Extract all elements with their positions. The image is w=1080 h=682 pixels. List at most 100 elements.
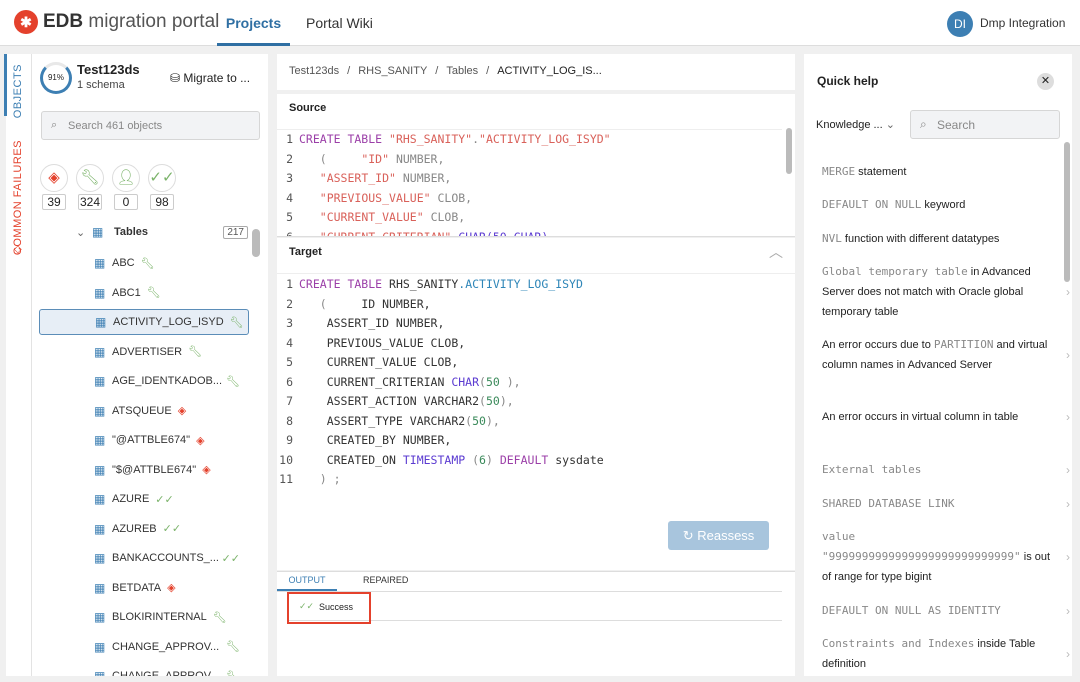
code-token: ),	[485, 413, 500, 428]
tab-objects[interactable]: OBJECTS	[12, 64, 24, 118]
user-name[interactable]: Dmp Integration	[980, 16, 1065, 30]
warning-icon: ◇	[14, 244, 22, 255]
user-icon: 👤︎	[112, 164, 140, 192]
code-token: ID NUMBER,	[361, 296, 431, 311]
object-list-item[interactable]: ▦ "$@ATTBLE674" ◈	[32, 457, 248, 483]
help-item[interactable]: External tables ›	[822, 460, 1070, 480]
schema-count: 1 schema	[77, 79, 125, 91]
code-token: CURRENT_VALUE CLOB,	[299, 355, 459, 369]
tab-projects[interactable]: Projects	[217, 0, 290, 46]
code-token: 6	[479, 452, 486, 467]
chevron-down-icon: ⌄	[885, 119, 895, 131]
avatar[interactable]: DI	[947, 11, 973, 37]
help-item[interactable]: Global temporary table in Advanced Serve…	[822, 262, 1070, 322]
code-token: DEFAULT	[499, 452, 549, 467]
breadcrumb-item[interactable]: Tables	[446, 65, 478, 77]
help-item[interactable]: NVL function with different datatypes›	[822, 229, 1070, 249]
help-scrollbar[interactable]	[1064, 142, 1070, 282]
code-token: "PREVIOUS_VALUE"	[319, 190, 431, 205]
object-list-item[interactable]: ▦ ACTIVITY_LOG_ISYD 🔧︎	[39, 309, 249, 335]
object-list-item[interactable]: ▦ AZUREB ✓✓	[32, 516, 248, 542]
code-token: sysdate	[548, 452, 604, 467]
help-text: An error occurs in virtual column in tab…	[822, 411, 1019, 423]
code-token: NUMBER,	[389, 151, 445, 166]
object-search-input[interactable]: ⌕ Search 461 objects	[41, 111, 260, 140]
help-item[interactable]: An error occurs in virtual column in tab…	[822, 407, 1070, 427]
success-badge[interactable]: ✓✓ 98	[147, 164, 177, 210]
error-badge[interactable]: ◈ 39	[39, 164, 69, 210]
progress-gauge: 91%	[40, 62, 72, 94]
code-line: 2 ( ID NUMBER,	[277, 295, 795, 315]
table-icon: ▦	[94, 462, 106, 477]
help-item[interactable]: DEFAULT ON NULL AS IDENTITY ›	[822, 601, 1070, 621]
help-item[interactable]: SHARED DATABASE LINK ›	[822, 494, 1070, 514]
object-list-item[interactable]: ▦ "@ATTBLE674" ◈	[32, 427, 248, 453]
refresh-icon: ↻	[682, 528, 698, 543]
line-number: 7	[286, 394, 293, 408]
object-list-item[interactable]: ▦ AZURE ✓✓	[32, 486, 248, 512]
tab-common-failures[interactable]: COMMON FAILURES	[12, 140, 24, 255]
tables-group[interactable]: ⌄ ▦ Tables 217	[32, 219, 248, 245]
object-list-item[interactable]: ▦ BLOKIRINTERNAL 🔧︎	[32, 604, 248, 630]
list-scrollbar[interactable]	[252, 229, 260, 257]
code-line: 2 ( "ID" NUMBER,	[277, 150, 782, 170]
object-name: ADVERTISER	[112, 345, 183, 358]
object-list-item[interactable]: ▦ ABC 🔧︎	[32, 250, 248, 276]
help-item[interactable]: Constraints and Indexes inside Table def…	[822, 634, 1070, 674]
help-item[interactable]: An error occurs due to PARTITION and vir…	[822, 335, 1070, 375]
code-token: "ACTIVITY_LOG_ISYD"	[479, 132, 611, 146]
object-list-item[interactable]: ▦ AGE_IDENTKADOB... 🔧︎	[32, 368, 248, 394]
object-name: CHANGE_APPROV...	[112, 640, 220, 653]
breadcrumb-separator: /	[435, 65, 439, 77]
code-line: 10 CREATED_ON TIMESTAMP (6) DEFAULT sysd…	[277, 451, 795, 471]
tab-repaired[interactable]: REPAIRED	[363, 572, 408, 589]
knowledge-dropdown[interactable]: Knowledge ... ⌄	[816, 118, 895, 131]
code-token: .	[472, 132, 480, 146]
migrate-icon: ⛁	[170, 71, 184, 85]
close-icon[interactable]: ✕	[1037, 73, 1054, 90]
object-list-item[interactable]: ▦ BETDATA ◈	[32, 575, 248, 601]
code-line: 4 "PREVIOUS_VALUE" CLOB,	[277, 189, 782, 209]
tab-portal-wiki[interactable]: Portal Wiki	[306, 0, 373, 46]
help-item[interactable]: value "9999999999999999999999999999" is …	[822, 527, 1070, 587]
help-search-input[interactable]: ⌕ Search	[910, 110, 1060, 139]
help-code-text: PARTITION	[933, 338, 994, 351]
object-list-item[interactable]: ▦ CHANGE_APPROV... 🔧︎	[32, 634, 248, 660]
code-token: (	[299, 296, 362, 311]
object-list-item[interactable]: ▦ BANKACCOUNTS_... ✓✓	[32, 545, 248, 571]
target-editor[interactable]: 1 CREATE TABLE RHS_SANITY.ACTIVITY_LOG_IS…	[277, 273, 795, 490]
chevron-up-icon[interactable]: ︿	[769, 242, 783, 262]
breadcrumb-item[interactable]: Test123ds	[289, 65, 339, 77]
code-token: PREVIOUS_VALUE CLOB,	[299, 335, 466, 350]
code-token: "ASSERT_ID"	[319, 171, 396, 185]
object-list-item[interactable]: ▦ ADVERTISER 🔧︎	[32, 339, 248, 365]
source-editor[interactable]: 1 CREATE TABLE "RHS_SANITY"."ACTIVITY_LOG…	[277, 129, 782, 236]
wrench-icon: 🔧︎	[188, 346, 203, 358]
object-list-item[interactable]: ▦ ATSQUEUE ◈	[32, 398, 248, 424]
code-line: 6 CURRENT_CRITERIAN CHAR(50 ),	[277, 373, 795, 393]
source-scrollbar[interactable]	[786, 128, 792, 174]
migrate-button[interactable]: ⛁ Migrate to ...	[170, 71, 250, 85]
search-placeholder: Search 461 objects	[68, 120, 163, 132]
object-list-item[interactable]: ▦ ABC1 🔧︎	[32, 280, 248, 306]
breadcrumb-item[interactable]: RHS_SANITY	[358, 65, 427, 77]
project-name: Test123ds	[77, 62, 140, 77]
help-item[interactable]: DEFAULT ON NULL keyword›	[822, 195, 1070, 215]
line-number: 1	[286, 277, 293, 291]
tab-output[interactable]: OUTPUT	[277, 572, 337, 591]
filter-label: Knowledge ...	[816, 119, 883, 131]
object-list-item[interactable]: ▦ CHANGE_APPROV... 🔧︎	[32, 663, 248, 676]
line-number: 11	[279, 472, 293, 486]
table-icon: ▦	[94, 256, 106, 270]
error-icon: ◈	[202, 464, 211, 476]
line-number: 4	[286, 190, 293, 205]
code-token: "CURRENT_VALUE"	[319, 210, 424, 224]
line-number: 1	[286, 132, 293, 146]
repair-badge[interactable]: 🔧︎ 324	[75, 164, 105, 210]
help-item[interactable]: MERGE statement›	[822, 162, 1070, 182]
line-number: 4	[286, 335, 293, 350]
user-badge[interactable]: 👤︎ 0	[111, 164, 141, 210]
reassess-button[interactable]: ↻ Reassess	[668, 521, 769, 550]
